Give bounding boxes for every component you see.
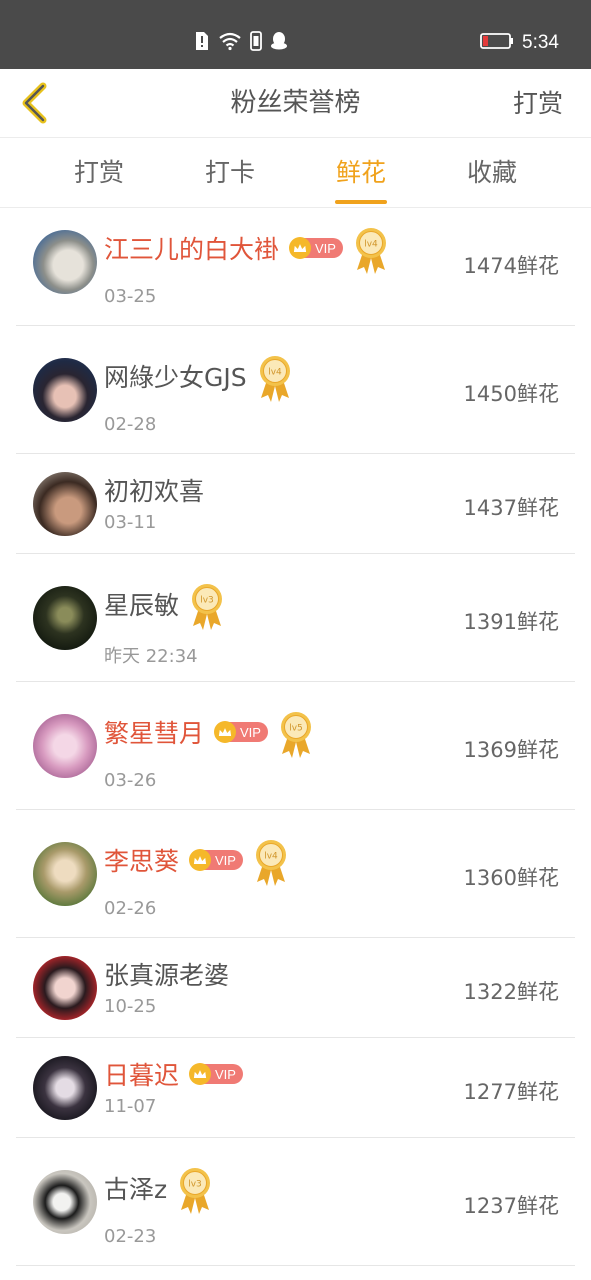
crown-icon [189, 1063, 212, 1085]
battery-icon [480, 32, 514, 54]
crown-icon [189, 849, 212, 871]
status-right: 5:34 [480, 30, 559, 56]
vip-badge: VIP [289, 237, 343, 259]
status-icons [194, 30, 288, 56]
fan-list: 江三儿的白大褂 VIP lv4 03-25 1474鲜花 网綠少女GJS lv4… [0, 208, 591, 1266]
crown-icon [214, 721, 237, 743]
level-label: lv4 [364, 240, 378, 250]
level-medal-icon: lv3 [177, 1166, 213, 1216]
fan-row[interactable]: 张真源老婆 10-25 1322鲜花 [16, 938, 575, 1038]
avatar [33, 586, 97, 650]
avatar [33, 230, 97, 294]
tab-bar: 打赏 打卡 鲜花 收藏 [0, 138, 591, 208]
back-arrow-icon [22, 82, 47, 124]
reward-button[interactable]: 打赏 [513, 69, 563, 138]
fan-name-line: 星辰敏 lv3 [104, 584, 225, 624]
level-label: lv3 [188, 1180, 202, 1190]
fan-name: 星辰敏 [104, 591, 180, 620]
flower-count: 1391鲜花 [463, 610, 559, 634]
flower-count: 1450鲜花 [463, 382, 559, 406]
fan-name: 古泽z [104, 1175, 168, 1204]
fan-date: 10-25 [104, 996, 157, 1017]
flower-count: 1369鲜花 [463, 738, 559, 762]
flower-count: 1277鲜花 [463, 1080, 559, 1104]
avatar [33, 714, 97, 778]
level-medal-icon: lv3 [189, 582, 225, 632]
vip-badge: VIP [189, 849, 243, 871]
fan-name-line: 江三儿的白大褂 VIP lv4 [104, 228, 389, 268]
fan-name: 繁星彗月 [104, 719, 205, 748]
avatar [33, 358, 97, 422]
fan-row[interactable]: 初初欢喜 03-11 1437鲜花 [16, 454, 575, 554]
tab-favorites[interactable]: 收藏 [426, 138, 558, 208]
vip-label: VIP [315, 240, 336, 256]
flower-count: 1360鲜花 [463, 866, 559, 890]
vip-label: VIP [215, 1066, 236, 1082]
level-medal-icon: lv4 [353, 226, 389, 276]
level-medal-icon: lv4 [257, 354, 293, 404]
qq-icon [270, 31, 288, 55]
fan-row[interactable]: 星辰敏 lv3 昨天 22:34 1391鲜花 [16, 554, 575, 682]
fan-name: 江三儿的白大褂 [104, 235, 280, 264]
vip-label: VIP [215, 852, 236, 868]
level-label: lv3 [200, 596, 214, 606]
fan-name-line: 网綠少女GJS lv4 [104, 356, 293, 396]
fan-row[interactable]: 江三儿的白大褂 VIP lv4 03-25 1474鲜花 [16, 208, 575, 326]
avatar [33, 1170, 97, 1234]
fan-name: 日暮迟 [104, 1061, 180, 1090]
level-label: lv5 [289, 724, 303, 734]
phone-icon [250, 31, 262, 55]
fan-date: 昨天 22:34 [104, 646, 198, 667]
fan-row[interactable]: 李思葵 VIP lv4 02-26 1360鲜花 [16, 810, 575, 938]
fan-date: 02-28 [104, 414, 157, 435]
vip-badge: VIP [214, 721, 268, 743]
fan-row[interactable]: 繁星彗月 VIP lv5 03-26 1369鲜花 [16, 682, 575, 810]
fan-row[interactable]: 古泽z lv3 02-23 1237鲜花 [16, 1138, 575, 1266]
fan-date: 03-25 [104, 286, 157, 307]
flower-count: 1474鲜花 [463, 254, 559, 278]
level-label: lv4 [268, 368, 282, 378]
tab-reward[interactable]: 打赏 [33, 138, 165, 208]
fan-name: 网綠少女GJS [104, 363, 247, 392]
avatar [33, 472, 97, 536]
fan-name-line: 初初欢喜 [104, 470, 204, 510]
nav-bar: 粉丝荣誉榜 打赏 [0, 69, 591, 138]
alert-icon [194, 31, 210, 55]
flower-count: 1322鲜花 [463, 980, 559, 1004]
fan-date: 11-07 [104, 1096, 157, 1117]
tab-checkin[interactable]: 打卡 [164, 138, 296, 208]
fan-date: 02-26 [104, 898, 157, 919]
fan-row[interactable]: 日暮迟 VIP 11-07 1277鲜花 [16, 1038, 575, 1138]
flower-count: 1237鲜花 [463, 1194, 559, 1218]
fan-name-line: 古泽z lv3 [104, 1168, 213, 1208]
avatar [33, 956, 97, 1020]
level-medal-icon: lv5 [278, 710, 314, 760]
fan-date: 02-23 [104, 1226, 157, 1247]
fan-name: 张真源老婆 [104, 961, 230, 990]
back-button[interactable] [12, 79, 56, 127]
flower-count: 1437鲜花 [463, 496, 559, 520]
fan-name-line: 李思葵 VIP lv4 [104, 840, 289, 880]
vip-badge: VIP [189, 1063, 243, 1085]
fan-name-line: 繁星彗月 VIP lv5 [104, 712, 314, 752]
fan-name: 李思葵 [104, 847, 180, 876]
fan-name: 初初欢喜 [104, 477, 205, 506]
vip-label: VIP [240, 724, 261, 740]
fan-date: 03-11 [104, 512, 157, 533]
status-time: 5:34 [522, 32, 559, 53]
level-medal-icon: lv4 [253, 838, 289, 888]
fan-date: 03-26 [104, 770, 157, 791]
crown-icon [289, 237, 312, 259]
fan-name-line: 张真源老婆 [104, 954, 229, 994]
status-bar: 5:34 [0, 0, 591, 69]
avatar [33, 842, 97, 906]
page-title: 粉丝荣誉榜 [230, 88, 361, 118]
avatar [33, 1056, 97, 1120]
tab-flowers[interactable]: 鲜花 [295, 138, 427, 208]
fan-row[interactable]: 网綠少女GJS lv4 02-28 1450鲜花 [16, 326, 575, 454]
tab-active-indicator [335, 200, 387, 204]
level-label: lv4 [264, 852, 278, 862]
wifi-icon [218, 31, 242, 55]
fan-name-line: 日暮迟 VIP [104, 1054, 243, 1094]
